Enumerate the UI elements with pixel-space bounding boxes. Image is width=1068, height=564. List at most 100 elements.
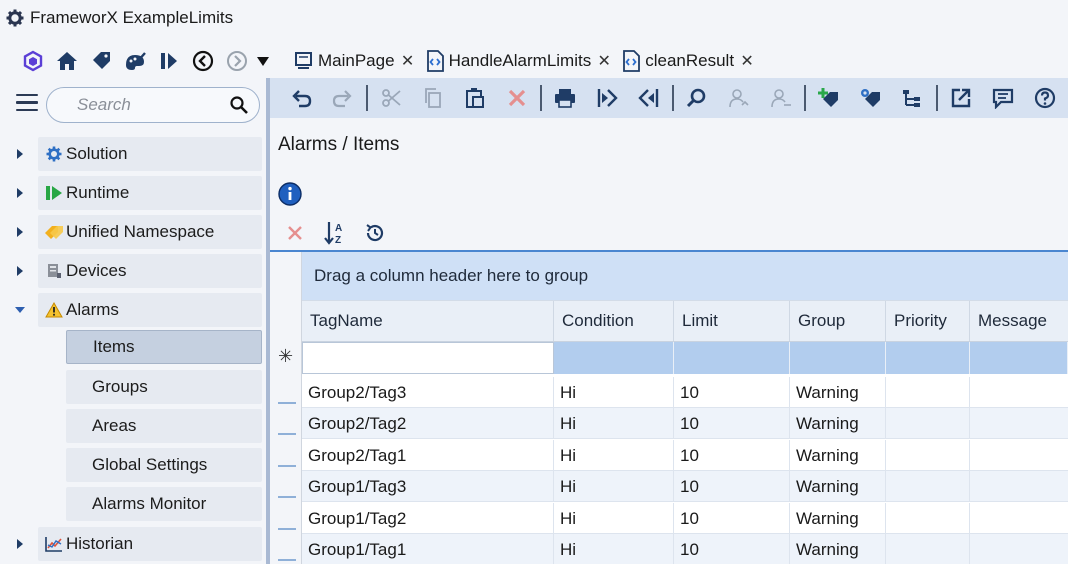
table-row[interactable]: Group1/Tag3 Hi 10 Warning (302, 471, 1068, 502)
back-icon[interactable] (186, 46, 220, 76)
tree-subitem-items[interactable]: Items (66, 330, 262, 364)
expand-arrow-icon[interactable] (14, 187, 26, 199)
expand-arrow-icon[interactable] (14, 226, 26, 238)
search-input[interactable] (77, 95, 227, 115)
close-icon[interactable]: ✕ (597, 51, 611, 71)
cell-condition[interactable]: Hi (554, 440, 674, 471)
hierarchy-icon[interactable] (892, 78, 934, 118)
tree-subitem-areas[interactable]: Areas (66, 409, 262, 443)
cell-message[interactable] (970, 408, 1068, 439)
cell-message[interactable] (970, 440, 1068, 471)
cell-group[interactable]: Warning (790, 471, 886, 502)
cell-group[interactable]: Warning (790, 377, 886, 408)
tree-subitem-global-settings[interactable]: Global Settings (66, 448, 262, 482)
cell-limit[interactable]: 10 (674, 408, 790, 439)
cell-condition[interactable]: Hi (554, 503, 674, 534)
search-icon[interactable] (229, 95, 249, 120)
expand-arrow-icon[interactable] (14, 538, 26, 550)
tab-handlealarmlimits[interactable]: HandleAlarmLimits ✕ (421, 44, 618, 78)
cell-priority[interactable] (886, 440, 970, 471)
redo-icon[interactable] (322, 78, 364, 118)
column-header-tagname[interactable]: TagName (302, 301, 554, 341)
cell-limit[interactable]: 10 (674, 377, 790, 408)
new-row-tagname-cell[interactable] (302, 342, 554, 374)
tree-item-historian[interactable]: Historian (0, 526, 266, 562)
replace-user-icon[interactable] (760, 78, 802, 118)
cell-message[interactable] (970, 503, 1068, 534)
table-row[interactable]: Group1/Tag2 Hi 10 Warning (302, 503, 1068, 534)
cell-condition[interactable]: Hi (554, 471, 674, 502)
cell-tagname[interactable]: Group1/Tag2 (302, 503, 554, 534)
expand-arrow-icon[interactable] (14, 148, 26, 160)
clear-filter-icon[interactable] (282, 220, 308, 246)
close-icon[interactable]: ✕ (401, 51, 415, 71)
cell-group[interactable]: Warning (790, 534, 886, 564)
table-row[interactable]: Group2/Tag3 Hi 10 Warning (302, 377, 1068, 408)
cell-message[interactable] (970, 534, 1068, 564)
table-row[interactable]: Group1/Tag1 Hi 10 Warning (302, 534, 1068, 564)
search-box[interactable] (46, 87, 260, 123)
column-header-condition[interactable]: Condition (554, 301, 674, 341)
cut-icon[interactable] (370, 78, 412, 118)
tab-mainpage[interactable]: MainPage ✕ (290, 44, 421, 78)
tree-subitem-alarms-monitor[interactable]: Alarms Monitor (66, 487, 262, 521)
tab-cleanresult[interactable]: cleanResult ✕ (617, 44, 760, 78)
cell-tagname[interactable]: Group2/Tag2 (302, 408, 554, 439)
cell-group[interactable]: Warning (790, 440, 886, 471)
cell-priority[interactable] (886, 471, 970, 502)
table-row[interactable]: Group2/Tag1 Hi 10 Warning (302, 440, 1068, 471)
new-row[interactable] (302, 342, 1068, 374)
cell-priority[interactable] (886, 408, 970, 439)
add-tag-icon[interactable] (808, 78, 850, 118)
find-icon[interactable] (676, 78, 718, 118)
cell-condition[interactable]: Hi (554, 377, 674, 408)
history-dropdown-icon[interactable] (254, 46, 272, 76)
import-icon[interactable] (586, 78, 628, 118)
new-row-cell[interactable] (674, 342, 790, 374)
new-row-cell[interactable] (886, 342, 970, 374)
tree-item-solution[interactable]: Solution (0, 136, 266, 172)
cell-priority[interactable] (886, 503, 970, 534)
cell-message[interactable] (970, 471, 1068, 502)
expand-arrow-icon[interactable] (14, 265, 26, 277)
tree-item-unified-namespace[interactable]: Unified Namespace (0, 214, 266, 250)
new-row-cell[interactable] (554, 342, 674, 374)
column-header-message[interactable]: Message (970, 301, 1068, 341)
cell-priority[interactable] (886, 534, 970, 564)
cell-limit[interactable]: 10 (674, 534, 790, 564)
paste-icon[interactable] (454, 78, 496, 118)
cell-tagname[interactable]: Group1/Tag1 (302, 534, 554, 564)
info-icon[interactable] (278, 182, 302, 211)
solution-cube-icon[interactable] (16, 46, 50, 76)
cell-tagname[interactable]: Group1/Tag3 (302, 471, 554, 502)
copy-icon[interactable] (412, 78, 454, 118)
tree-item-alarms[interactable]: Alarms (0, 292, 266, 328)
open-external-icon[interactable] (940, 78, 982, 118)
print-icon[interactable] (544, 78, 586, 118)
table-row[interactable]: Group2/Tag2 Hi 10 Warning (302, 408, 1068, 439)
close-icon[interactable]: ✕ (740, 51, 754, 71)
tree-item-runtime[interactable]: Runtime (0, 175, 266, 211)
tree-item-devices[interactable]: Devices (0, 253, 266, 289)
run-panel-icon[interactable] (152, 46, 186, 76)
refresh-history-icon[interactable] (362, 220, 388, 246)
cell-limit[interactable]: 10 (674, 440, 790, 471)
group-by-panel[interactable]: Drag a column header here to group (302, 252, 1068, 300)
find-user-icon[interactable] (718, 78, 760, 118)
cell-tagname[interactable]: Group2/Tag3 (302, 377, 554, 408)
delete-icon[interactable] (496, 78, 538, 118)
cell-message[interactable] (970, 377, 1068, 408)
cell-limit[interactable]: 10 (674, 503, 790, 534)
export-icon[interactable] (628, 78, 670, 118)
cell-group[interactable]: Warning (790, 408, 886, 439)
column-header-limit[interactable]: Limit (674, 301, 790, 341)
tag-settings-icon[interactable] (850, 78, 892, 118)
new-row-cell[interactable] (970, 342, 1068, 374)
hamburger-menu-icon[interactable] (16, 94, 38, 112)
tree-subitem-groups[interactable]: Groups (66, 370, 262, 404)
column-header-priority[interactable]: Priority (886, 301, 970, 341)
comment-icon[interactable] (982, 78, 1024, 118)
forward-icon[interactable] (220, 46, 254, 76)
cell-condition[interactable]: Hi (554, 408, 674, 439)
collapse-arrow-icon[interactable] (14, 304, 26, 316)
